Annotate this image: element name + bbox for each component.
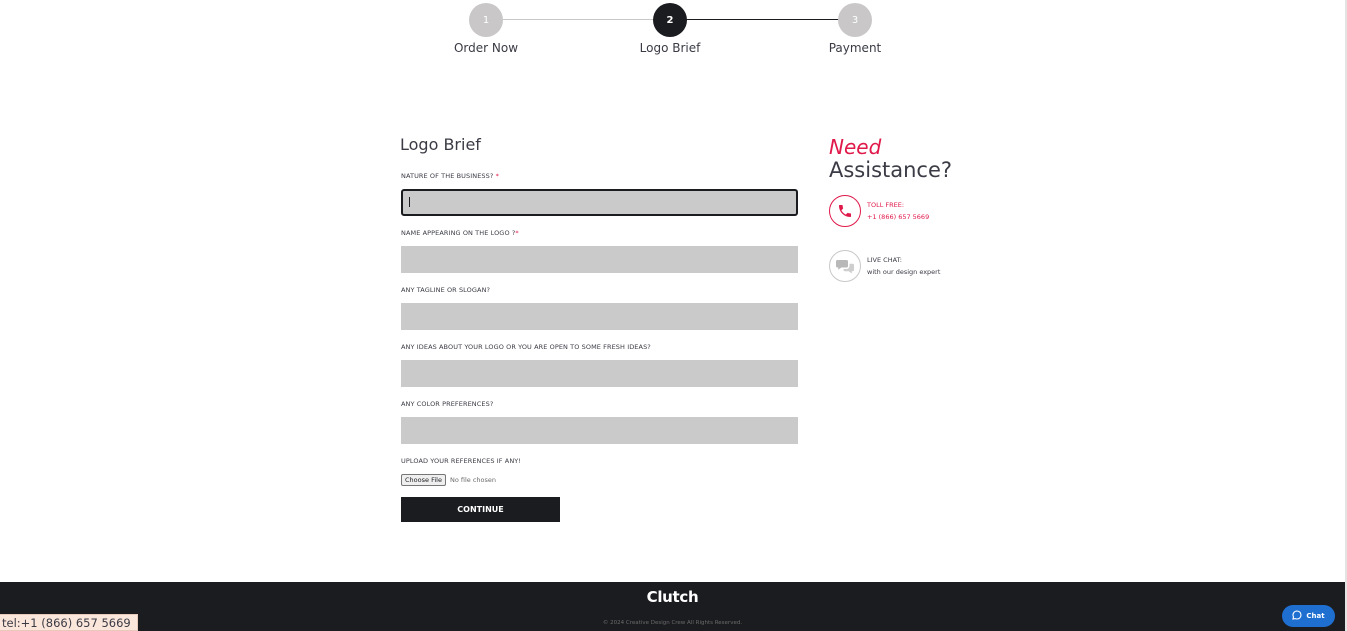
copyright-text: © 2024 Creative Design Crew All Rights R…	[602, 620, 743, 626]
logo-name-input[interactable]	[401, 246, 798, 273]
footer: Clutch © 2024 Creative Design Crew All R…	[0, 582, 1345, 631]
text-caret	[409, 197, 410, 207]
color-preferences-input[interactable]	[401, 417, 798, 444]
field-label-color-preferences: ANY COLOR PREFERENCES?	[401, 400, 494, 408]
live-chat-contact[interactable]: LIVE CHAT: with our design expert	[829, 250, 940, 282]
live-chat-title: LIVE CHAT:	[867, 256, 902, 264]
toll-free-number[interactable]: +1 (866) 657 5669	[867, 211, 929, 223]
field-label-logo-name: NAME APPEARING ON THE LOGO ?*	[401, 229, 519, 237]
step-order-now[interactable]: 1 Order Now	[416, 3, 556, 55]
continue-button[interactable]: CONTINUE	[401, 497, 560, 522]
field-label-business-nature: NATURE OF THE BUSINESS? *	[401, 172, 499, 180]
assistance-heading: Assistance?	[829, 158, 953, 182]
required-mark: *	[515, 229, 519, 237]
toll-free-title: TOLL FREE:	[867, 201, 905, 209]
need-text: Need	[829, 135, 882, 159]
chat-label: Chat	[1306, 612, 1325, 620]
step-label: Logo Brief	[639, 41, 701, 55]
step-number: 1	[469, 3, 503, 37]
file-status: No file chosen	[449, 476, 496, 484]
phone-icon	[829, 195, 861, 227]
clutch-logo[interactable]: Clutch	[0, 588, 1345, 606]
link-status-tooltip: tel:+1 (866) 657 5669	[0, 614, 138, 631]
file-upload: Choose File No file chosen	[401, 474, 496, 486]
step-label: Order Now	[453, 41, 519, 55]
clutch-logo-text: Clutch	[646, 588, 699, 606]
field-label-tagline: ANY TAGLINE OR SLOGAN?	[401, 286, 491, 294]
form-title: Logo Brief	[400, 135, 481, 154]
chat-bubbles-icon	[829, 250, 861, 282]
field-label-upload: UPLOAD YOUR REFERENCES IF ANY!	[401, 457, 522, 465]
step-logo-brief[interactable]: 2 Logo Brief	[600, 3, 740, 55]
chat-icon	[1292, 610, 1302, 622]
field-label-logo-ideas: ANY IDEAS ABOUT YOUR LOGO OR YOU ARE OPE…	[401, 343, 651, 351]
step-number: 3	[838, 3, 872, 37]
choose-file-button[interactable]: Choose File	[401, 474, 446, 486]
business-nature-input[interactable]	[401, 189, 798, 216]
required-mark: *	[495, 172, 499, 180]
label-text: NATURE OF THE BUSINESS?	[401, 172, 494, 180]
step-number: 2	[653, 3, 687, 37]
logo-ideas-input[interactable]	[401, 360, 798, 387]
live-chat-subtitle: with our design expert	[867, 268, 941, 276]
tagline-input[interactable]	[401, 303, 798, 330]
toll-free-contact[interactable]: TOLL FREE: +1 (866) 657 5669	[829, 195, 929, 227]
step-payment[interactable]: 3 Payment	[785, 3, 925, 55]
label-text: NAME APPEARING ON THE LOGO ?	[401, 229, 516, 237]
step-label: Payment	[828, 41, 882, 55]
chat-widget-button[interactable]: Chat	[1282, 605, 1335, 627]
